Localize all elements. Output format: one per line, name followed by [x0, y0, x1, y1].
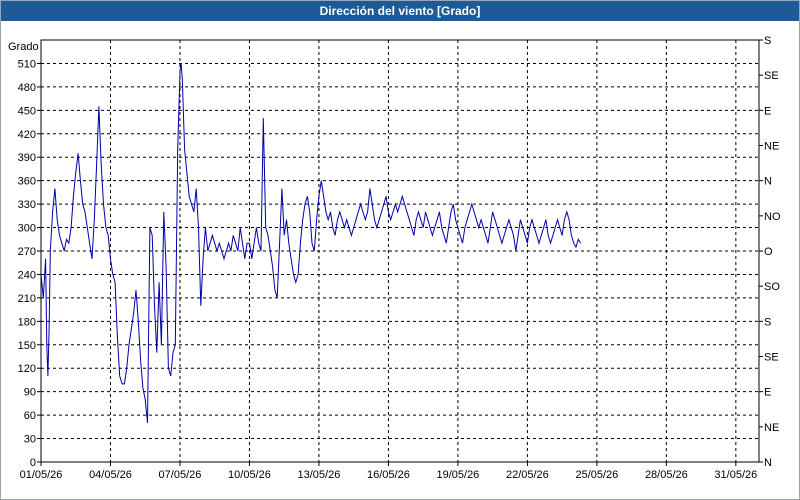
x-tick-label: 22/05/26	[506, 469, 549, 481]
right-axis-label: NE	[764, 422, 779, 434]
right-axis-label: N	[764, 176, 772, 188]
y-tick-labels: 0 30 60 90 120 150 180 210 240 270 300 330 360 390 420…	[18, 58, 36, 469]
right-axis-label: NO	[764, 211, 781, 223]
y-tick-label: 0	[30, 457, 36, 469]
x-tick-label: 16/05/26	[367, 469, 410, 481]
y-tick-label: 30	[24, 434, 36, 446]
x-tick-label: 04/05/26	[89, 469, 132, 481]
right-axis-label: E	[764, 387, 771, 399]
y-tick-label: 270	[18, 246, 36, 258]
right-axis-label: SE	[764, 70, 779, 82]
y-axis-label: Grado	[8, 41, 39, 53]
right-axis-label: S	[764, 316, 771, 328]
y-tick-label: 240	[18, 269, 36, 281]
y-tick-label: 510	[18, 58, 36, 70]
right-axis-label: NE	[764, 141, 779, 153]
x-tick-labels: 01/05/26 04/05/26 07/05/26 10/05/26 13/05/26…	[20, 469, 758, 481]
x-tick-label: 10/05/26	[228, 469, 271, 481]
series-line	[40, 63, 582, 423]
y-tick-label: 210	[18, 293, 36, 305]
right-axis-labels: N NE E SE S SO O NO N NE E SE S	[764, 35, 781, 469]
x-tick-label: 13/05/26	[298, 469, 341, 481]
y-tick-label: 480	[18, 82, 36, 94]
y-tick-label: 120	[18, 363, 36, 375]
y-tick-label: 90	[24, 387, 36, 399]
right-axis-label: E	[764, 105, 771, 117]
right-axis-label: O	[764, 246, 773, 258]
x-tick-label: 28/05/26	[645, 469, 688, 481]
plot-area-border	[40, 39, 760, 463]
y-tick-label: 450	[18, 105, 36, 117]
x-tick-label: 25/05/26	[575, 469, 618, 481]
y-tick-label: 300	[18, 223, 36, 235]
right-axis-label: SE	[764, 352, 779, 364]
y-tick-label: 60	[24, 410, 36, 422]
wind-direction-chart: Grado 0 30 60 90 120 150 180 210 240 270 300 330 360…	[8, 35, 781, 481]
right-axis-label: S	[764, 35, 771, 47]
y-tick-label: 180	[18, 316, 36, 328]
y-tick-label: 150	[18, 340, 36, 352]
right-axis-label: N	[764, 457, 772, 469]
right-axis-label: SO	[764, 281, 780, 293]
x-tick-label: 01/05/26	[20, 469, 63, 481]
x-tick-label: 07/05/26	[159, 469, 202, 481]
y-tick-label: 330	[18, 199, 36, 211]
y-tick-label: 360	[18, 176, 36, 188]
x-tick-label: 19/05/26	[436, 469, 479, 481]
x-tick-label: 31/05/26	[714, 469, 757, 481]
y-tick-label: 420	[18, 129, 36, 141]
y-tick-label: 390	[18, 152, 36, 164]
